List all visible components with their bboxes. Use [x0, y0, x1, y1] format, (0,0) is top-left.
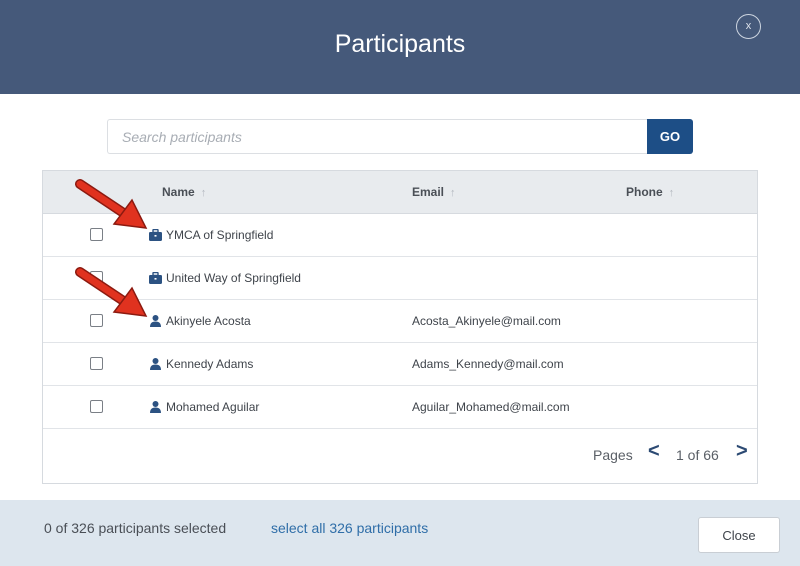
briefcase-icon [149, 272, 162, 284]
row-checkbox[interactable] [90, 357, 103, 370]
column-header-name[interactable]: Name ↑ [162, 185, 206, 199]
sort-arrow-up-icon[interactable]: ↑ [201, 187, 207, 199]
row-checkbox[interactable] [90, 314, 103, 327]
table-row: Mohamed Aguilar Aguilar_Mohamed@mail.com [43, 386, 757, 429]
participant-name: United Way of Springfield [166, 271, 301, 285]
table-row: United Way of Springfield [43, 257, 757, 300]
table-row: Akinyele Acosta Acosta_Akinyele@mail.com [43, 300, 757, 343]
go-button[interactable]: GO [647, 119, 693, 154]
participant-name: Akinyele Acosta [166, 314, 251, 328]
participant-email: Acosta_Akinyele@mail.com [412, 314, 561, 328]
modal-title: Participants [334, 30, 466, 58]
table-row: YMCA of Springfield [43, 214, 757, 257]
sort-arrow-up-icon[interactable]: ↑ [669, 187, 675, 199]
user-icon [150, 315, 161, 327]
table-header: Name ↑ Email ↑ Phone ↑ [43, 171, 757, 214]
row-checkbox[interactable] [90, 228, 103, 241]
participant-email: Aguilar_Mohamed@mail.com [412, 400, 570, 414]
participants-modal: Participants x GO Name↑ Email↑ Phone↑ YM… [0, 0, 800, 566]
column-header-email[interactable]: Email ↑ [412, 185, 456, 199]
next-page-button[interactable]: > [736, 440, 748, 463]
column-header-phone[interactable]: Phone ↑ [626, 185, 674, 199]
selected-count: 0 of 326 participants selected [44, 520, 227, 536]
sort-arrow-up-icon[interactable]: ↑ [450, 187, 456, 199]
modal-footer: 0 of 326 participants selected select al… [0, 500, 800, 566]
search-input[interactable] [107, 119, 647, 154]
briefcase-icon [149, 229, 162, 241]
participant-name: Kennedy Adams [166, 357, 254, 371]
pages-label: Pages [593, 447, 633, 463]
prev-page-button[interactable]: < [648, 440, 660, 463]
select-all-link[interactable]: select all 326 participants [271, 520, 428, 536]
page-indicator: 1 of 66 [676, 447, 719, 463]
close-button[interactable]: Close [698, 517, 780, 553]
participant-name: Mohamed Aguilar [166, 400, 260, 414]
table-row: Kennedy Adams Adams_Kennedy@mail.com [43, 343, 757, 386]
user-icon [150, 358, 161, 370]
row-checkbox[interactable] [90, 400, 103, 413]
user-icon [150, 401, 161, 413]
participant-name: YMCA of Springfield [166, 228, 274, 242]
close-icon[interactable]: x [736, 14, 761, 39]
row-checkbox[interactable] [90, 271, 103, 284]
participant-email: Adams_Kennedy@mail.com [412, 357, 564, 371]
modal-header: Participants x [0, 0, 800, 94]
participants-table: Name ↑ Email ↑ Phone ↑ YMCA of Springfield [42, 170, 758, 484]
